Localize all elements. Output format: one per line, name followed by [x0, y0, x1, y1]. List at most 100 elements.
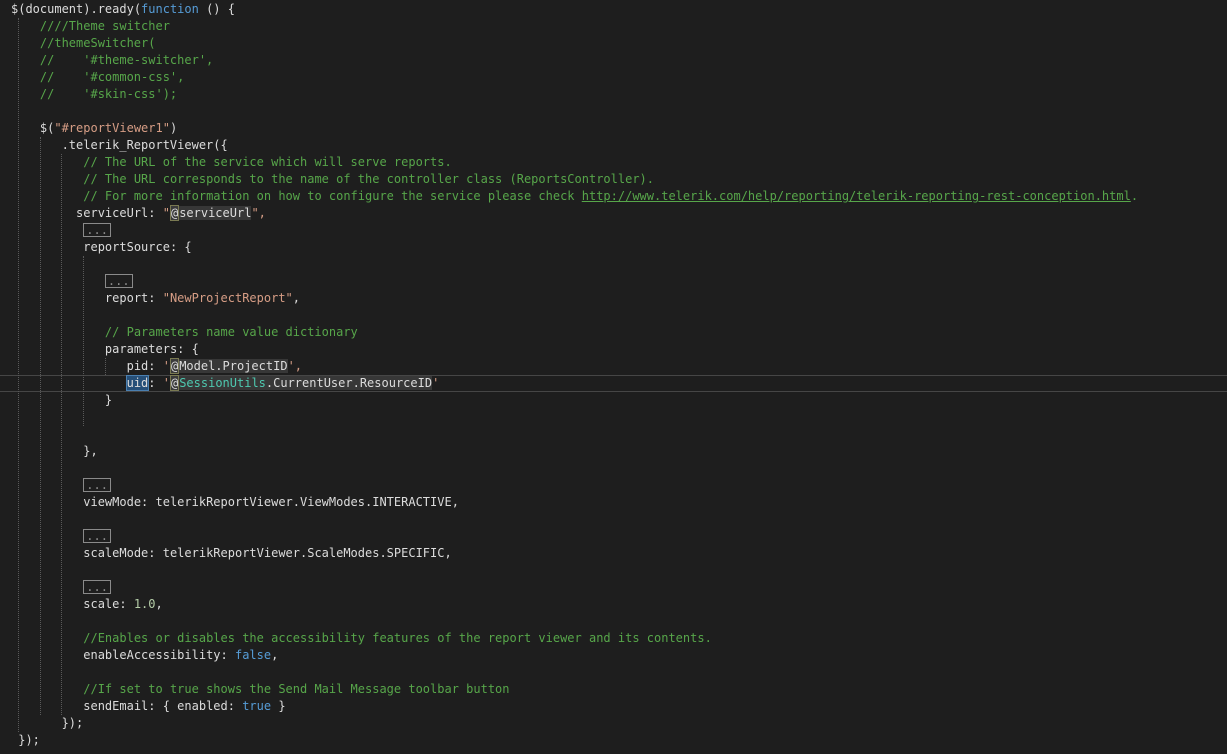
code-line[interactable]: // The URL of the service which will ser…: [0, 154, 452, 171]
code-line[interactable]: .telerik_ReportViewer({: [0, 137, 228, 154]
code-line[interactable]: }: [0, 392, 112, 409]
razor-at-sign: @: [169, 205, 180, 221]
code-comment: ////Theme switcher: [39, 19, 170, 33]
code-token: report:: [104, 291, 163, 305]
collapsed-region-marker[interactable]: ...: [104, 274, 133, 288]
code-token: scale:: [83, 597, 134, 611]
razor-expression: SessionUtils: [179, 376, 266, 390]
code-token: $(: [39, 121, 55, 135]
code-line[interactable]: ...: [0, 222, 111, 239]
code-comment: // '#skin-css');: [39, 87, 178, 101]
code-line[interactable]: $(document).ready(function () {: [0, 1, 235, 18]
code-comment: //Enables or disables the accessibility …: [83, 631, 712, 645]
indent-guide: [105, 358, 106, 375]
code-string: "#reportViewer1": [54, 121, 170, 135]
code-line[interactable]: viewMode: telerikReportViewer.ViewModes.…: [0, 494, 459, 511]
code-line[interactable]: parameters: {: [0, 341, 199, 358]
code-line[interactable]: ...: [0, 477, 111, 494]
code-comment: // Parameters name value dictionary: [104, 325, 358, 339]
razor-expression: .CurrentUser.ResourceID: [265, 376, 433, 390]
code-line[interactable]: // For more information on how to config…: [0, 188, 1138, 205]
code-line[interactable]: [0, 511, 11, 528]
code-link[interactable]: http://www.telerik.com/help/reporting/te…: [582, 189, 1131, 203]
razor-at-sign: @: [169, 375, 180, 391]
code-string: ": [162, 206, 170, 220]
razor-expression: serviceUrl: [179, 206, 252, 220]
code-line[interactable]: // Parameters name value dictionary: [0, 324, 358, 341]
code-line[interactable]: //themeSwitcher(: [0, 35, 156, 52]
code-line[interactable]: pid: '@Model.ProjectID',: [0, 358, 302, 375]
code-comment: // The URL of the service which will ser…: [83, 155, 452, 169]
code-token: });: [61, 716, 84, 730]
code-token: serviceUrl:: [76, 206, 163, 220]
code-line[interactable]: [0, 426, 11, 443]
code-line[interactable]: scaleMode: telerikReportViewer.ScaleMode…: [0, 545, 452, 562]
code-token: reportSource: {: [83, 240, 192, 254]
code-token: }: [104, 393, 113, 407]
code-keyword: true: [242, 699, 272, 713]
code-string: "NewProjectReport": [162, 291, 293, 305]
code-line[interactable]: ////Theme switcher: [0, 18, 170, 35]
collapsed-region-marker[interactable]: ...: [83, 478, 111, 492]
code-line[interactable]: [0, 664, 11, 681]
code-comment: // For more information on how to config…: [83, 189, 582, 203]
code-line[interactable]: $("#reportViewer1"): [0, 120, 177, 137]
code-line[interactable]: enableAccessibility: false,: [0, 647, 278, 664]
code-line[interactable]: [0, 409, 11, 426]
code-line[interactable]: scale: 1.0,: [0, 596, 163, 613]
code-number: 1.0: [133, 597, 156, 611]
code-string: ',: [287, 359, 303, 373]
code-token: sendEmail: { enabled:: [83, 699, 243, 713]
code-line[interactable]: });: [0, 732, 40, 749]
code-token: enableAccessibility:: [83, 648, 235, 662]
code-string: ': [432, 376, 440, 390]
code-token: });: [18, 733, 40, 747]
code-line[interactable]: sendEmail: { enabled: true }: [0, 698, 286, 715]
code-editor[interactable]: $(document).ready(function () {////Theme…: [0, 0, 1227, 754]
code-line[interactable]: uid: '@SessionUtils.CurrentUser.Resource…: [0, 375, 1227, 392]
code-line[interactable]: [0, 562, 11, 579]
code-line[interactable]: //If set to true shows the Send Mail Mes…: [0, 681, 510, 698]
code-line[interactable]: // '#common-css',: [0, 69, 185, 86]
code-line[interactable]: reportSource: {: [0, 239, 192, 256]
code-keyword: function: [141, 2, 199, 16]
code-line[interactable]: [0, 256, 11, 273]
code-line[interactable]: // '#skin-css');: [0, 86, 177, 103]
code-token: viewMode: telerikReportViewer.ViewModes.…: [83, 495, 459, 509]
razor-expression: Model.ProjectID: [179, 359, 288, 373]
code-line[interactable]: ...: [0, 273, 133, 290]
code-token: :: [148, 376, 163, 390]
code-line[interactable]: },: [0, 443, 97, 460]
code-token: pid:: [126, 359, 163, 373]
collapsed-region-marker[interactable]: ...: [83, 223, 111, 237]
indent-guide: [40, 137, 41, 715]
code-line[interactable]: // The URL corresponds to the name of th…: [0, 171, 654, 188]
code-comment: .: [1130, 189, 1139, 203]
code-line[interactable]: //Enables or disables the accessibility …: [0, 630, 712, 647]
code-token: scaleMode: telerikReportViewer.ScaleMode…: [83, 546, 452, 560]
code-line[interactable]: [0, 307, 11, 324]
code-token: ,: [155, 597, 163, 611]
code-token: ,: [271, 648, 279, 662]
code-comment: // '#theme-switcher',: [39, 53, 214, 67]
code-line[interactable]: ...: [0, 579, 111, 596]
code-line[interactable]: [0, 103, 11, 120]
collapsed-region-marker[interactable]: ...: [83, 529, 111, 543]
code-line[interactable]: ...: [0, 528, 111, 545]
razor-at-sign: @: [169, 358, 180, 374]
code-line[interactable]: [0, 613, 11, 630]
code-token: ): [169, 121, 178, 135]
collapsed-region-marker[interactable]: ...: [83, 580, 111, 594]
code-line[interactable]: // '#theme-switcher',: [0, 52, 213, 69]
code-string: ",: [251, 206, 266, 220]
indent-guide: [83, 256, 84, 426]
code-line[interactable]: });: [0, 715, 84, 732]
code-token: }: [271, 699, 286, 713]
code-comment: //If set to true shows the Send Mail Mes…: [83, 682, 510, 696]
code-comment: // '#common-css',: [39, 70, 185, 84]
code-line[interactable]: [0, 460, 11, 477]
code-token: parameters: {: [104, 342, 199, 356]
indent-guide: [18, 18, 19, 732]
code-line[interactable]: report: "NewProjectReport",: [0, 290, 300, 307]
code-comment: //themeSwitcher(: [39, 36, 156, 50]
